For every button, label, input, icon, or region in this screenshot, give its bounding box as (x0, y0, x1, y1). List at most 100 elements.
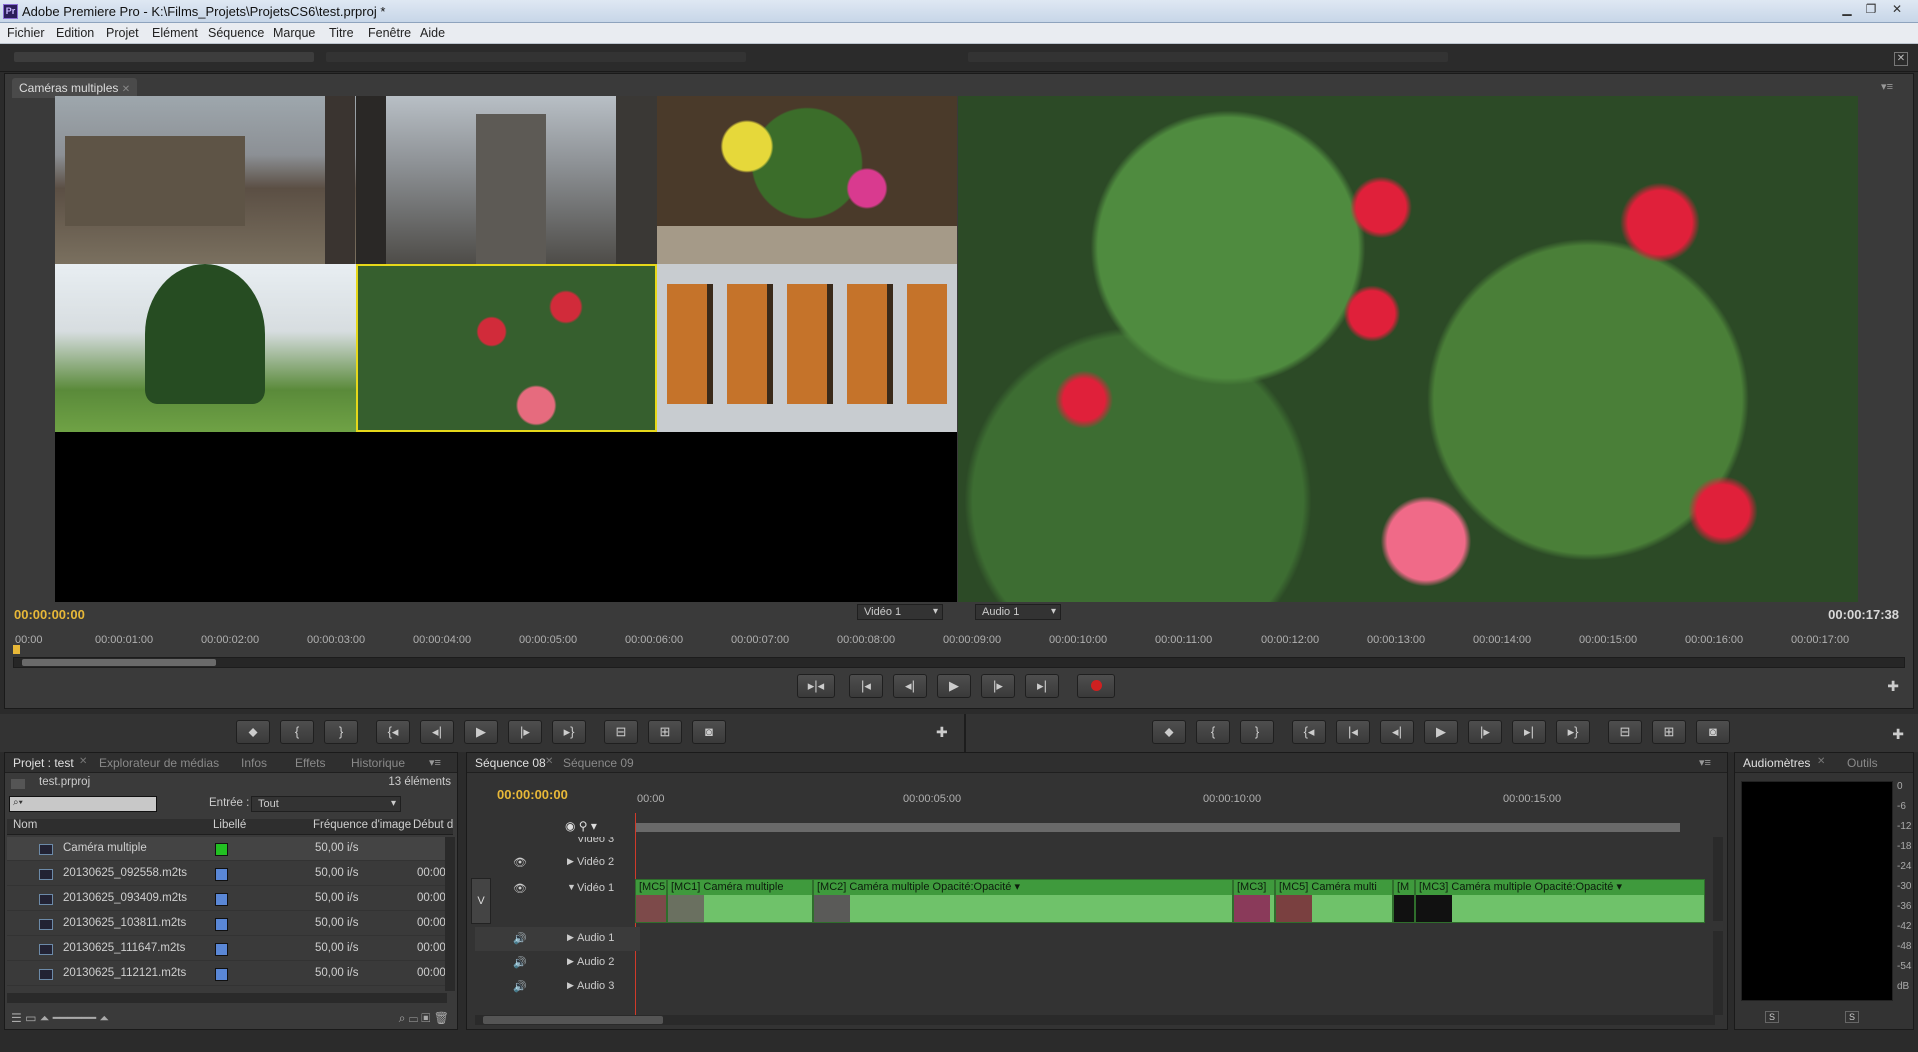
clip-fx[interactable]: Opacité:Opacité ▾ (933, 881, 1020, 893)
playhead-marker[interactable] (13, 645, 20, 654)
menu-projet[interactable]: Projet (106, 26, 139, 40)
goto-in-button[interactable]: {◂ (1292, 720, 1326, 744)
menu-edition[interactable]: Edition (56, 26, 94, 40)
play-button[interactable]: ▶ (464, 720, 498, 744)
camera-4-preview[interactable] (55, 264, 356, 432)
timeline-clip[interactable]: [MC2] Caméra multiple Opacité:Opacité ▾ (813, 879, 1233, 923)
track-video2[interactable]: 👁 ▶ Vidéo 2 (475, 851, 640, 875)
col-libelle[interactable]: Libellé (213, 819, 246, 831)
step-forward-button[interactable]: |▸ (1468, 720, 1502, 744)
timeline-clip[interactable]: [MC1] Caméra multiple (667, 879, 813, 923)
speaker-icon[interactable]: 🔊 (513, 980, 527, 993)
menu-titre[interactable]: Titre (329, 26, 354, 40)
menu-sequence[interactable]: Séquence (208, 26, 264, 40)
list-hscrollbar[interactable] (7, 993, 447, 1003)
expand-icon[interactable]: ▼ (567, 882, 576, 892)
list-item[interactable]: Caméra multiple 50,00 i/s (7, 837, 453, 861)
zoom-scroll-thumb[interactable] (22, 659, 216, 666)
eye-icon[interactable]: 👁 (513, 856, 527, 869)
program-monitor-view[interactable] (958, 96, 1858, 602)
timeline-clip[interactable]: [MC3] Caméra multiple Opacité:Opacité ▾ (1415, 879, 1705, 923)
step-back-button[interactable]: ◂| (893, 674, 927, 698)
goto-in-button[interactable]: |◂ (849, 674, 883, 698)
export-frame-button[interactable]: ◙ (692, 720, 726, 744)
toggle-multicam-button[interactable]: ▸|◂ (797, 674, 835, 698)
step-forward-button[interactable]: |▸ (508, 720, 542, 744)
record-button[interactable] (1077, 674, 1115, 698)
list-scrollbar[interactable] (445, 837, 455, 991)
mark-in-button[interactable]: { (1196, 720, 1230, 744)
menu-marque[interactable]: Marque (273, 26, 315, 40)
menu-aide[interactable]: Aide (420, 26, 445, 40)
play-button[interactable]: ▶ (1424, 720, 1458, 744)
menu-fenetre[interactable]: Fenêtre (368, 26, 411, 40)
goto-in-button[interactable]: {◂ (376, 720, 410, 744)
tab-cameras-multiples[interactable]: Caméras multiples ✕ (12, 78, 138, 98)
tab-explorateur[interactable]: Explorateur de médias (99, 756, 219, 770)
col-debut[interactable]: Début d (413, 819, 453, 831)
timecode-current[interactable]: 00:00:00:00 (14, 607, 85, 622)
marker-button[interactable]: ⬥ (1152, 720, 1186, 744)
insert-button[interactable]: ⊟ (604, 720, 638, 744)
step-back-button[interactable]: ◂| (420, 720, 454, 744)
step-back-button[interactable]: ◂| (1380, 720, 1414, 744)
list-item[interactable]: 20130625_093409.m2ts 50,00 i/s 00:00 (7, 887, 453, 911)
step-forward-button[interactable]: |▸ (981, 674, 1015, 698)
track-audio3[interactable]: 🔊 ▶ Audio 3 (475, 975, 640, 999)
close-tab-icon[interactable]: ✕ (122, 84, 130, 95)
menu-fichier[interactable]: Fichier (7, 26, 45, 40)
work-area-bar[interactable] (635, 823, 1680, 832)
project-tools-icons[interactable]: ⌕ ▭ ▣ 🗑 (399, 1011, 449, 1026)
minimize-icon[interactable]: ▁ (1836, 2, 1858, 18)
camera-3-preview[interactable] (657, 96, 957, 264)
list-item[interactable]: 20130625_111647.m2ts 50,00 i/s 00:00 (7, 937, 453, 961)
timeline-hscrollbar[interactable] (475, 1015, 1715, 1025)
speaker-icon[interactable]: 🔊 (513, 956, 527, 969)
lift-button[interactable]: ⊟ (1608, 720, 1642, 744)
panel-close-icon[interactable]: ✕ (1894, 52, 1908, 66)
eye-icon[interactable]: 👁 (513, 882, 527, 895)
video-track-select[interactable]: Vidéo 1 (857, 604, 943, 620)
close-tab-icon[interactable]: ✕ (545, 756, 553, 767)
mark-in-button[interactable]: { (280, 720, 314, 744)
goto-out-button[interactable]: ▸| (1025, 674, 1059, 698)
expand-icon[interactable]: ▶ (567, 956, 574, 967)
goto-out-button[interactable]: ▸} (1556, 720, 1590, 744)
play-button[interactable]: ▶ (937, 674, 971, 698)
add-button-icon[interactable]: ✚ (936, 724, 948, 741)
goto-next-edit-button[interactable]: ▸| (1512, 720, 1546, 744)
track-audio1[interactable]: 🔊 ▶ Audio 1 (475, 927, 640, 951)
maximize-icon[interactable]: ❐ (1860, 2, 1882, 18)
close-tab-icon[interactable]: ✕ (79, 756, 87, 767)
mark-out-button[interactable]: } (324, 720, 358, 744)
timeline-clip[interactable]: [MC3] (1233, 879, 1275, 923)
camera-5-preview-active[interactable] (356, 264, 657, 432)
list-item[interactable]: 20130625_103811.m2ts 50,00 i/s 00:00 (7, 912, 453, 936)
list-item[interactable]: 20130625_092558.m2ts 50,00 i/s 00:00 (7, 862, 453, 886)
track-video3[interactable]: Vidéo 3 (475, 837, 640, 849)
list-view-icon[interactable]: ☰ ▭ ⏶ ━━━━━━ ⏶ (11, 1011, 109, 1026)
col-frequence[interactable]: Fréquence d'image (313, 819, 411, 831)
close-icon[interactable]: ✕ (1886, 2, 1908, 18)
camera-2-preview[interactable] (356, 96, 657, 264)
tab-effets[interactable]: Effets (295, 756, 325, 770)
timeline-clip[interactable]: [MC5] Caméra multi (1275, 879, 1393, 923)
close-tab-icon[interactable]: ✕ (1817, 756, 1825, 767)
panel-menu-icon[interactable]: ▾≡ (1881, 80, 1893, 93)
expand-icon[interactable]: ▶ (567, 980, 574, 991)
zoom-scrollbar[interactable] (13, 657, 1905, 668)
timeline-timecode[interactable]: 00:00:00:00 (497, 787, 568, 802)
entree-select[interactable]: Tout (251, 796, 401, 812)
expand-icon[interactable]: ▶ (567, 932, 574, 943)
tab-outils[interactable]: Outils (1847, 756, 1878, 770)
overwrite-button[interactable]: ⊞ (648, 720, 682, 744)
tab-historique[interactable]: Historique (351, 756, 405, 770)
extract-button[interactable]: ⊞ (1652, 720, 1686, 744)
clip-fx[interactable]: Opacité:Opacité ▾ (1535, 881, 1622, 893)
speaker-icon[interactable]: 🔊 (513, 932, 527, 945)
add-button-icon[interactable]: ✚ (1892, 726, 1904, 743)
multicam-time-ruler[interactable]: 00:00 00:00:01:00 00:00:02:00 00:00:03:0… (13, 634, 1905, 648)
goto-out-button[interactable]: ▸} (552, 720, 586, 744)
timeline-ruler[interactable]: 00:00 00:00:05:00 00:00:10:00 00:00:15:0… (635, 781, 1685, 835)
goto-prev-edit-button[interactable]: |◂ (1336, 720, 1370, 744)
